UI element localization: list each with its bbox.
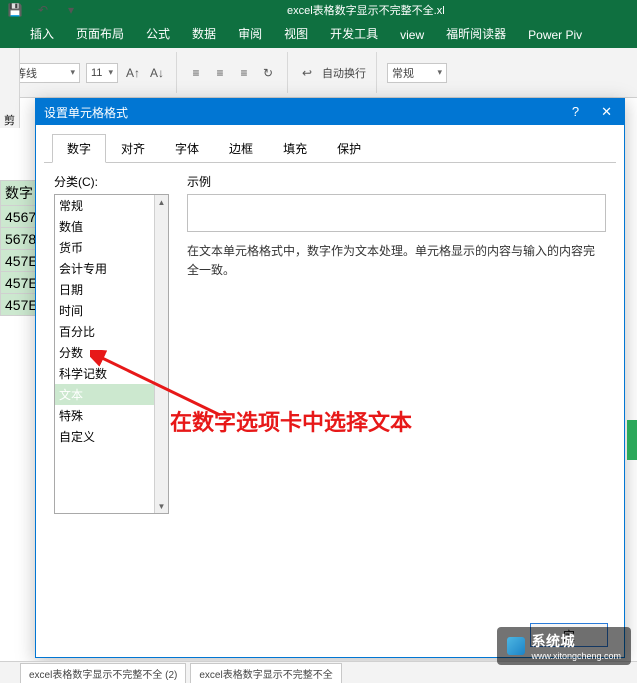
watermark-url: www.xitongcheng.com [531, 651, 621, 661]
align-group: ≡ ≡ ≡ ↻ [187, 52, 288, 93]
watermark-brand: 系统城 [531, 633, 575, 649]
ribbon-body: 等线 ▾ 11 ▾ A↑ A↓ ≡ ≡ ≡ ↻ ↩ 自动换行 常规 ▾ [0, 48, 637, 98]
close-icon[interactable]: ✕ [597, 104, 616, 120]
category-item-general[interactable]: 常规 [55, 195, 168, 216]
help-icon[interactable]: ? [568, 104, 583, 120]
category-item-percentage[interactable]: 百分比 [55, 321, 168, 342]
category-item-currency[interactable]: 货币 [55, 237, 168, 258]
category-description: 在文本单元格格式中，数字作为文本处理。单元格显示的内容与输入的内容完全一致。 [187, 242, 606, 280]
sheet-tab-1[interactable]: excel表格数字显示不完整不全 (2) [20, 663, 186, 683]
listbox-scrollbar[interactable]: ▲ ▼ [154, 195, 168, 513]
ribbon-tab-developer[interactable]: 开发工具 [320, 19, 388, 48]
number-format-select[interactable]: 常规 ▾ [387, 63, 447, 83]
wrap-text-icon[interactable]: ↩ [298, 64, 316, 82]
chevron-down-icon: ▾ [108, 67, 113, 78]
chevron-down-icon: ▾ [70, 67, 75, 78]
increase-font-icon[interactable]: A↑ [124, 64, 142, 82]
font-size-value: 11 [91, 67, 102, 79]
example-box [187, 194, 606, 232]
ribbon-tab-insert[interactable]: 插入 [20, 19, 64, 48]
document-title: excel表格数字显示不完整不全.xl [287, 2, 445, 18]
ribbon-tabstrip: 插入 页面布局 公式 数据 审阅 视图 开发工具 view 福昕阅读器 Powe… [0, 20, 637, 48]
example-label: 示例 [187, 173, 606, 190]
category-item-date[interactable]: 日期 [55, 279, 168, 300]
align-top-icon[interactable]: ≡ [187, 64, 205, 82]
watermark: 系统城 www.xitongcheng.com [497, 627, 631, 665]
clipboard-group: 剪 [0, 48, 20, 128]
save-icon[interactable]: 💾 [6, 1, 24, 19]
clipboard-label: 剪 [4, 112, 15, 128]
ribbon-tab-powerpivot[interactable]: Power Piv [518, 22, 592, 48]
tab-fill[interactable]: 填充 [268, 134, 322, 163]
scroll-up-icon[interactable]: ▲ [155, 195, 168, 209]
ribbon-tab-layout[interactable]: 页面布局 [66, 19, 134, 48]
orientation-icon[interactable]: ↻ [259, 64, 277, 82]
tab-number[interactable]: 数字 [52, 134, 106, 163]
number-format-value: 常规 [392, 65, 414, 81]
dropdown-icon[interactable]: ▾ [62, 1, 80, 19]
category-item-time[interactable]: 时间 [55, 300, 168, 321]
undo-icon[interactable]: ↶ [34, 1, 52, 19]
tab-border[interactable]: 边框 [214, 134, 268, 163]
ribbon-tab-view2[interactable]: view [390, 22, 434, 48]
align-mid-icon[interactable]: ≡ [211, 64, 229, 82]
wrap-text-label[interactable]: 自动换行 [322, 65, 366, 81]
ribbon-tab-data[interactable]: 数据 [182, 19, 226, 48]
tab-protection[interactable]: 保护 [322, 134, 376, 163]
dialog-tabs: 数字 对齐 字体 边框 填充 保护 [44, 125, 616, 163]
wrap-group: ↩ 自动换行 [298, 52, 377, 93]
align-bot-icon[interactable]: ≡ [235, 64, 253, 82]
category-item-scientific[interactable]: 科学记数 [55, 363, 168, 384]
category-item-custom[interactable]: 自定义 [55, 426, 168, 447]
category-label: 分类(C): [54, 173, 169, 190]
watermark-icon [507, 637, 525, 655]
tab-alignment[interactable]: 对齐 [106, 134, 160, 163]
dialog-title-text: 设置单元格格式 [44, 104, 128, 121]
dialog-titlebar[interactable]: 设置单元格格式 ? ✕ [36, 99, 624, 125]
category-item-text[interactable]: 文本 [55, 384, 168, 405]
category-item-accounting[interactable]: 会计专用 [55, 258, 168, 279]
sheet-tab-2[interactable]: excel表格数字显示不完整不全 [190, 663, 341, 683]
ribbon-tab-foxit[interactable]: 福昕阅读器 [436, 19, 516, 48]
app-titlebar: 💾 ↶ ▾ excel表格数字显示不完整不全.xl [0, 0, 637, 20]
category-item-special[interactable]: 特殊 [55, 405, 168, 426]
side-accent [627, 420, 637, 460]
ribbon-tab-review[interactable]: 审阅 [228, 19, 272, 48]
chevron-down-icon: ▾ [437, 67, 442, 78]
font-size-select[interactable]: 11 ▾ [86, 63, 118, 83]
number-group: 常规 ▾ [387, 52, 457, 93]
category-listbox[interactable]: 常规 数值 货币 会计专用 日期 时间 百分比 分数 科学记数 文本 特殊 自定… [54, 194, 169, 514]
category-item-fraction[interactable]: 分数 [55, 342, 168, 363]
format-cells-dialog: 设置单元格格式 ? ✕ 数字 对齐 字体 边框 填充 保护 分类(C): 常规 … [35, 98, 625, 658]
tab-font[interactable]: 字体 [160, 134, 214, 163]
font-group: 等线 ▾ 11 ▾ A↑ A↓ [10, 52, 177, 93]
decrease-font-icon[interactable]: A↓ [148, 64, 166, 82]
ribbon-tab-view[interactable]: 视图 [274, 19, 318, 48]
font-name-select[interactable]: 等线 ▾ [10, 63, 80, 83]
scroll-down-icon[interactable]: ▼ [155, 499, 168, 513]
ribbon-tab-formulas[interactable]: 公式 [136, 19, 180, 48]
category-item-number[interactable]: 数值 [55, 216, 168, 237]
